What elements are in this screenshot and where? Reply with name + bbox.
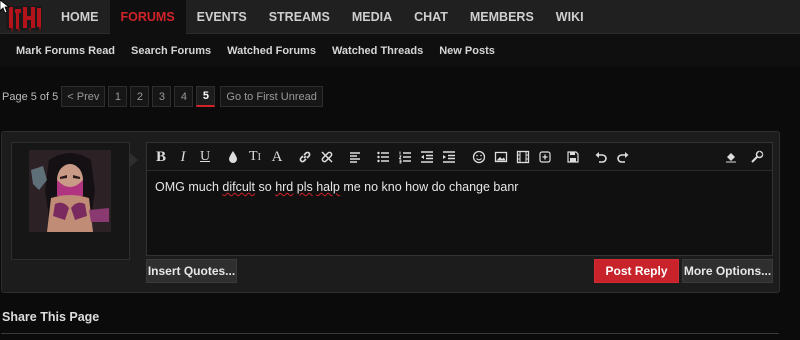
- unordered-list-icon[interactable]: [373, 147, 393, 167]
- editor-toolbar: B I U TI A: [147, 143, 772, 171]
- pagination: Page 5 of 5 < Prev 1 2 3 4 5 Go to First…: [2, 86, 326, 107]
- nav-members[interactable]: MEMBERS: [459, 0, 545, 34]
- watched-forums-link[interactable]: Watched Forums: [219, 34, 324, 67]
- misspelled-word: halp: [316, 180, 340, 194]
- search-forums-link[interactable]: Search Forums: [123, 34, 219, 67]
- sub-navigation-bar: Mark Forums Read Search Forums Watched F…: [0, 34, 800, 67]
- message-text-part: me no kno how do change banr: [339, 180, 519, 194]
- page-4-button[interactable]: 4: [174, 86, 194, 107]
- ordered-list-icon[interactable]: [395, 147, 415, 167]
- text-color-icon[interactable]: [223, 147, 243, 167]
- media-icon[interactable]: [513, 147, 533, 167]
- quick-reply-panel: B I U TI A OMG much difcult so hrd pls h…: [1, 131, 780, 293]
- go-to-first-unread-button[interactable]: Go to First Unread: [220, 86, 323, 107]
- page-count-label: Page 5 of 5: [2, 90, 59, 103]
- save-draft-icon[interactable]: [563, 147, 583, 167]
- mark-forums-read-link[interactable]: Mark Forums Read: [8, 34, 123, 67]
- misspelled-word: hrd: [275, 180, 294, 194]
- insert-quotes-button[interactable]: Insert Quotes...: [146, 259, 237, 283]
- indent-icon[interactable]: [439, 147, 459, 167]
- misspelled-word: pls: [296, 180, 313, 194]
- smilie-icon[interactable]: [469, 147, 489, 167]
- page-3-button[interactable]: 3: [152, 86, 172, 107]
- share-page-heading: Share This Page: [2, 310, 100, 324]
- undo-icon[interactable]: [591, 147, 611, 167]
- nav-streams[interactable]: STREAMS: [258, 0, 341, 34]
- font-size-icon[interactable]: TI: [245, 147, 265, 167]
- outdent-icon[interactable]: [417, 147, 437, 167]
- divider: [1, 333, 779, 334]
- remove-format-icon[interactable]: [721, 147, 741, 167]
- avatar-frame: [11, 142, 130, 260]
- mouse-cursor-icon: [0, 0, 11, 14]
- italic-icon[interactable]: I: [173, 147, 193, 167]
- message-editor[interactable]: B I U TI A OMG much difcult so hrd pls h…: [146, 142, 773, 256]
- message-text[interactable]: OMG much difcult so hrd pls halp me no k…: [155, 180, 518, 194]
- nav-home[interactable]: HOME: [50, 0, 110, 34]
- misspelled-word: difcult: [222, 180, 256, 194]
- font-family-icon[interactable]: A: [267, 147, 287, 167]
- watched-threads-link[interactable]: Watched Threads: [324, 34, 431, 67]
- bold-icon[interactable]: B: [151, 147, 171, 167]
- message-text-part: so: [255, 180, 276, 194]
- avatar[interactable]: [29, 150, 111, 232]
- page-5-button[interactable]: 5: [196, 86, 216, 107]
- page-2-button[interactable]: 2: [130, 86, 150, 107]
- prev-page-button[interactable]: < Prev: [61, 86, 106, 107]
- more-options-button[interactable]: More Options...: [682, 259, 773, 283]
- page-1-button[interactable]: 1: [108, 86, 128, 107]
- nav-wiki[interactable]: WIKI: [545, 0, 595, 34]
- main-nav: HOME FORUMS EVENTS STREAMS MEDIA CHAT ME…: [50, 0, 595, 34]
- new-posts-link[interactable]: New Posts: [431, 34, 503, 67]
- redo-icon[interactable]: [613, 147, 633, 167]
- avatar-pointer: [129, 152, 138, 168]
- unlink-icon[interactable]: [317, 147, 337, 167]
- nav-forums[interactable]: FORUMS: [109, 0, 186, 34]
- align-left-icon[interactable]: [345, 147, 365, 167]
- message-text-part: OMG much: [155, 180, 223, 194]
- insert-icon[interactable]: [535, 147, 555, 167]
- nav-events[interactable]: EVENTS: [186, 0, 258, 34]
- nav-media[interactable]: MEDIA: [341, 0, 403, 34]
- underline-icon[interactable]: U: [195, 147, 215, 167]
- toggle-bbcode-icon[interactable]: [747, 147, 767, 167]
- nav-chat[interactable]: CHAT: [403, 0, 459, 34]
- forum-subnav: Mark Forums Read Search Forums Watched F…: [8, 34, 503, 67]
- image-icon[interactable]: [491, 147, 511, 167]
- post-reply-button[interactable]: Post Reply: [594, 259, 679, 283]
- top-navigation-bar: HOME FORUMS EVENTS STREAMS MEDIA CHAT ME…: [0, 0, 800, 34]
- link-icon[interactable]: [295, 147, 315, 167]
